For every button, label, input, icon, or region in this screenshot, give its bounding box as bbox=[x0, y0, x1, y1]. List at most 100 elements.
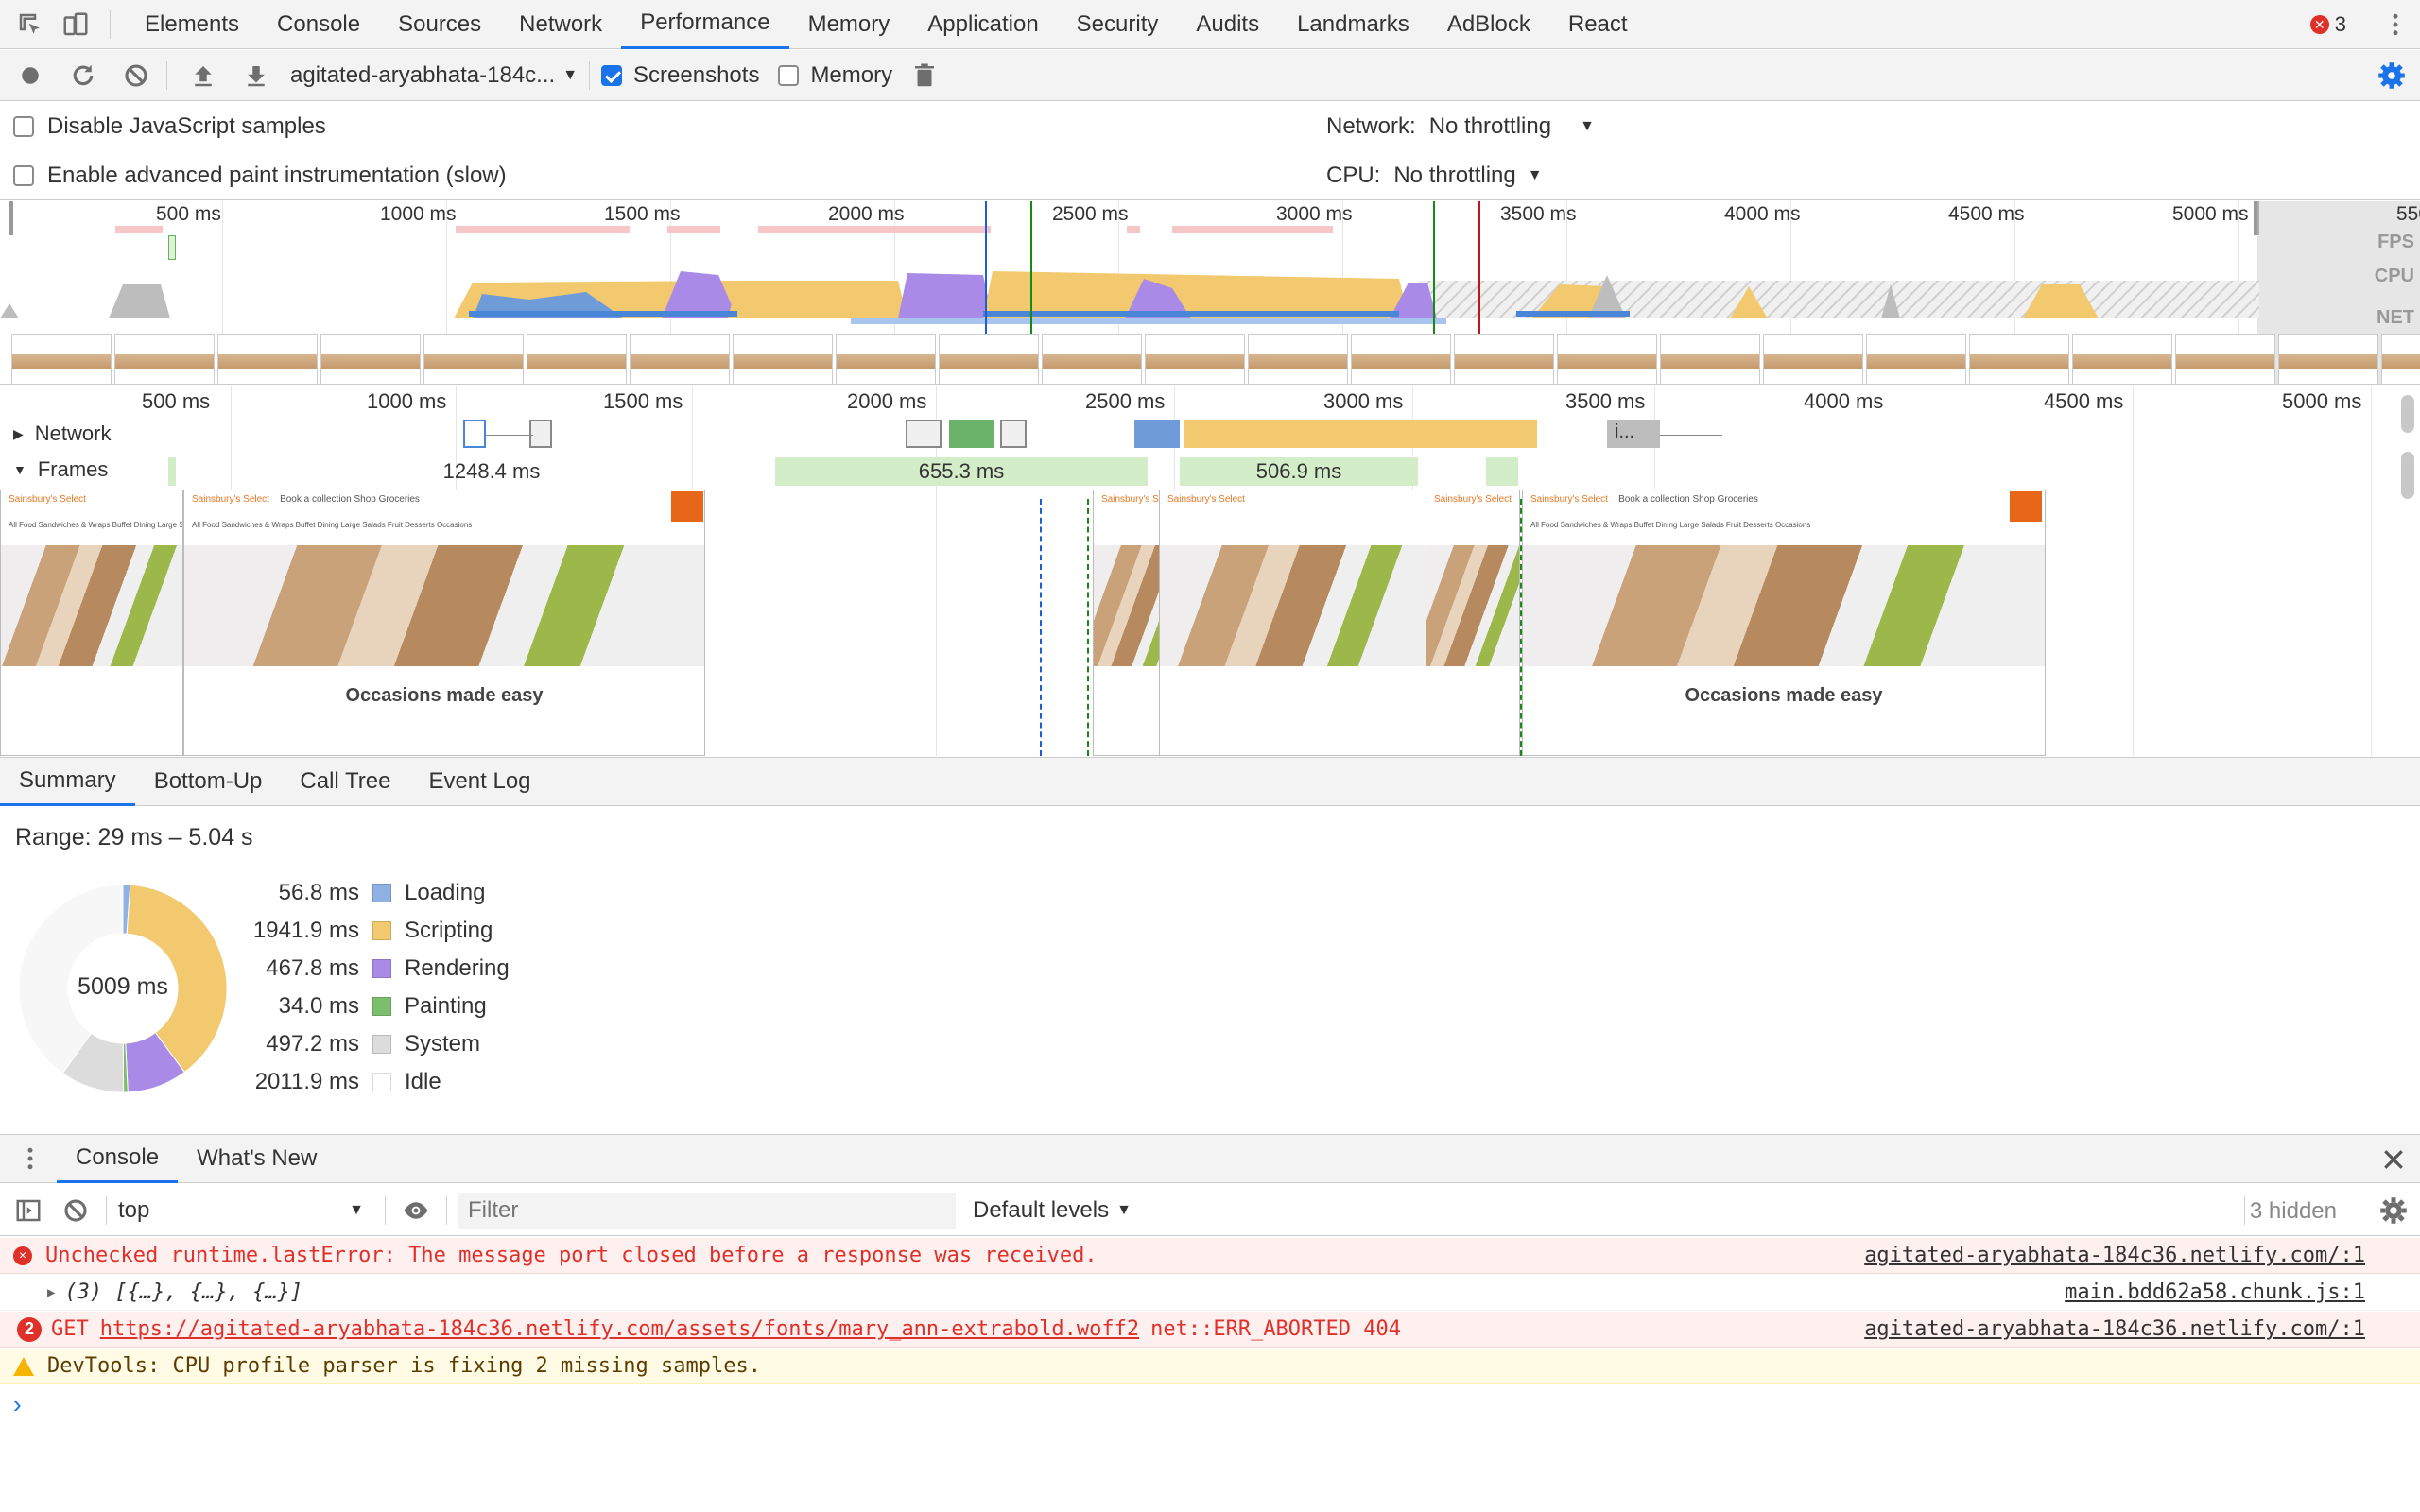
screenshots-checkbox[interactable] bbox=[601, 64, 623, 86]
tab-memory[interactable]: Memory bbox=[789, 0, 909, 49]
clear-console-icon[interactable] bbox=[57, 1192, 95, 1229]
error-icon: ✕ bbox=[2309, 15, 2329, 34]
tab-console[interactable]: Console bbox=[258, 0, 379, 49]
device-toolbar-icon[interactable] bbox=[57, 6, 95, 43]
timeline-tick-label: 1500 ms bbox=[603, 389, 683, 413]
filmstrip-thumbnail bbox=[1454, 334, 1554, 384]
screenshot-hero-image bbox=[1, 545, 182, 666]
filmstrip-thumbnail bbox=[424, 334, 524, 384]
console-prompt[interactable]: › bbox=[0, 1385, 2420, 1423]
cpu-throttling-value: No throttling bbox=[1393, 163, 1516, 188]
fps-jank-bar bbox=[456, 226, 630, 233]
live-expression-eye-icon[interactable] bbox=[397, 1192, 435, 1229]
console-message-text: (3) [{…}, {…}, {…}] bbox=[64, 1280, 303, 1304]
summary-total: 5009 ms bbox=[78, 973, 168, 1000]
screenshots-toggle[interactable]: Screenshots bbox=[601, 62, 759, 89]
cpu-throttling: CPU: No throttling ▼ bbox=[1326, 163, 1543, 189]
drawer-tab-what-s-new[interactable]: What's New bbox=[178, 1134, 336, 1183]
network-request[interactable] bbox=[1134, 420, 1180, 448]
main-timeline: 500 ms 1000 ms 1500 ms 2000 ms 2500 ms 3000 m… bbox=[0, 386, 2420, 756]
frame-bar[interactable] bbox=[168, 457, 176, 486]
cpu-throttling-select[interactable]: No throttling ▼ bbox=[1393, 163, 1542, 189]
screenshot-nav-text: Book a collection Shop Groceries bbox=[280, 494, 420, 505]
network-request[interactable] bbox=[906, 420, 942, 448]
details-tab-call-tree[interactable]: Call Tree bbox=[281, 757, 409, 806]
clear-icon[interactable] bbox=[117, 57, 155, 94]
timeline-tick-label: 4000 ms bbox=[1804, 389, 1884, 413]
more-menu-icon[interactable] bbox=[2377, 6, 2414, 43]
tab-network[interactable]: Network bbox=[500, 0, 621, 49]
tab-landmarks[interactable]: Landmarks bbox=[1278, 0, 1428, 49]
console-filter-input[interactable] bbox=[458, 1192, 956, 1228]
inspect-element-icon[interactable] bbox=[11, 6, 49, 43]
timeline-scrollbar[interactable] bbox=[2401, 395, 2414, 433]
load-profile-icon[interactable] bbox=[184, 57, 222, 94]
details-tab-summary[interactable]: Summary bbox=[0, 757, 135, 806]
tab-adblock[interactable]: AdBlock bbox=[1428, 0, 1549, 49]
tab-sources[interactable]: Sources bbox=[379, 0, 500, 49]
summary-color-swatch bbox=[372, 884, 391, 902]
network-request[interactable] bbox=[463, 420, 486, 448]
advanced-paint-checkbox[interactable] bbox=[13, 165, 34, 186]
disable-js-samples-option[interactable]: Disable JavaScript samples bbox=[13, 113, 326, 140]
close-drawer-icon[interactable] bbox=[2375, 1141, 2412, 1178]
capture-settings-gear-icon[interactable] bbox=[2373, 57, 2411, 94]
trash-icon[interactable] bbox=[906, 57, 943, 94]
timeline-overview[interactable]: 500 ms 1000 ms 1500 ms 2000 ms 2500 ms 3000 m… bbox=[0, 201, 2420, 385]
show-sidebar-icon[interactable] bbox=[9, 1192, 47, 1229]
details-tab-event-log[interactable]: Event Log bbox=[409, 757, 549, 806]
profile-select[interactable]: agitated-aryabhata-184c... ▼ bbox=[290, 62, 578, 89]
error-counter[interactable]: ✕ 3 bbox=[2309, 0, 2346, 49]
advanced-paint-option[interactable]: Enable advanced paint instrumentation (s… bbox=[13, 163, 507, 189]
console-settings-gear-icon[interactable] bbox=[2375, 1192, 2412, 1229]
expand-arrow-icon[interactable]: ▶ bbox=[47, 1285, 55, 1300]
timeline-scrollbar[interactable] bbox=[2401, 452, 2414, 499]
memory-checkbox[interactable] bbox=[778, 64, 800, 86]
tab-application[interactable]: Application bbox=[908, 0, 1057, 49]
advanced-paint-label: Enable advanced paint instrumentation (s… bbox=[47, 163, 507, 188]
overview-left-handle[interactable] bbox=[9, 201, 13, 235]
network-throttling-select[interactable]: No throttling ▼ bbox=[1429, 113, 1595, 140]
log-levels-select[interactable]: Default levels ▼ bbox=[973, 1197, 1132, 1224]
drawer-menu-icon[interactable] bbox=[11, 1140, 49, 1177]
timeline-tick-label: 4500 ms bbox=[2044, 389, 2124, 413]
tab-performance[interactable]: Performance bbox=[621, 0, 789, 49]
console-message-source[interactable]: main.bdd62a58.chunk.js:1 bbox=[2065, 1280, 2365, 1304]
frame-bar[interactable]: 506.9 ms bbox=[1180, 457, 1418, 486]
filmstrip-thumbnail bbox=[114, 334, 215, 384]
tab-audits[interactable]: Audits bbox=[1177, 0, 1278, 49]
disable-js-samples-checkbox[interactable] bbox=[13, 116, 34, 137]
details-tab-bottom-up[interactable]: Bottom-Up bbox=[135, 757, 282, 806]
timeline-tick-label: 5000 ms bbox=[2282, 389, 2362, 413]
network-request[interactable] bbox=[1000, 420, 1027, 448]
filmstrip-thumbnail bbox=[217, 334, 318, 384]
frame-bar[interactable]: 1248.4 ms bbox=[284, 457, 700, 486]
screenshot-brand-text: Sainsbury's Select bbox=[192, 494, 269, 505]
memory-toggle[interactable]: Memory bbox=[778, 62, 892, 89]
tab-security[interactable]: Security bbox=[1058, 0, 1178, 49]
frames-track-header[interactable]: ▼ Frames bbox=[13, 457, 108, 482]
tab-react[interactable]: React bbox=[1549, 0, 1647, 49]
screenshot-subnav: All Food Sandwiches & Wraps Buffet Dinin… bbox=[1530, 521, 1811, 529]
console-message-source[interactable]: agitated-aryabhata-184c36.netlify.com/:1 bbox=[1864, 1317, 2365, 1341]
filmstrip-thumbnail bbox=[1969, 334, 2069, 384]
drawer-tab-console[interactable]: Console bbox=[57, 1134, 179, 1183]
frame-bar[interactable] bbox=[1486, 457, 1518, 486]
record-icon[interactable] bbox=[11, 57, 49, 94]
network-request[interactable] bbox=[949, 420, 994, 448]
request-url[interactable]: https://agitated-aryabhata-184c36.netlif… bbox=[100, 1317, 1139, 1341]
network-request[interactable] bbox=[1184, 420, 1537, 448]
network-track-header[interactable]: ▶ Network bbox=[13, 421, 111, 446]
save-profile-icon[interactable] bbox=[237, 57, 275, 94]
filmstrip-thumbnail bbox=[1248, 334, 1348, 384]
network-request[interactable]: i... bbox=[1607, 420, 1660, 448]
console-message-log[interactable]: ▶ (3) [{…}, {…}, {…}] main.bdd62a58.chun… bbox=[0, 1275, 2420, 1311]
frame-bar[interactable]: 655.3 ms bbox=[775, 457, 1148, 486]
summary-color-swatch bbox=[372, 1035, 391, 1054]
tab-elements[interactable]: Elements bbox=[126, 0, 258, 49]
network-track-label: Network bbox=[34, 421, 112, 445]
network-request[interactable] bbox=[529, 420, 552, 448]
context-select[interactable]: top ▼ bbox=[118, 1197, 373, 1224]
console-message-source[interactable]: agitated-aryabhata-184c36.netlify.com/:1 bbox=[1864, 1244, 2365, 1267]
reload-record-icon[interactable] bbox=[64, 57, 102, 94]
